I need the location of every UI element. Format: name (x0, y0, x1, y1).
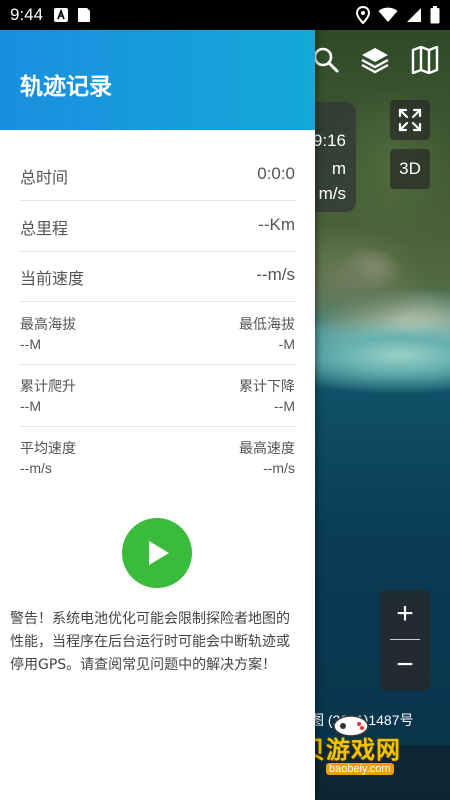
total-distance-row: 总里程 --Km (20, 201, 295, 252)
expand-icon (398, 108, 422, 132)
max-altitude-label: 最高海拔 (20, 317, 76, 333)
max-speed-value: --m/s (263, 460, 295, 476)
a-icon (53, 7, 69, 23)
min-altitude-value: -M (278, 336, 295, 352)
average-speed-label: 平均速度 (20, 441, 76, 457)
max-speed-label: 最高速度 (239, 441, 295, 457)
track-record-drawer: 轨迹记录 总时间 0:0:0 总里程 --Km 当前速度 --m/s 最高海拔 … (0, 30, 315, 800)
watermark-url: baobeiy.com (326, 763, 394, 775)
total-ascent-value: --M (20, 398, 41, 414)
total-ascent-label: 累计爬升 (20, 379, 76, 395)
speed-row: 平均速度 --m/s 最高速度 --m/s (20, 426, 295, 488)
zoom-out-button[interactable]: − (380, 641, 430, 689)
altitude-row: 最高海拔 --M 最低海拔 -M (20, 302, 295, 365)
battery-warning-text: 警告！系统电池优化可能会限制探险者地图的性能，当程序在后台运行时可能会中断轨迹或… (10, 611, 290, 673)
signal-icon (406, 7, 422, 23)
climb-row: 累计爬升 --M 累计下降 --M (20, 364, 295, 427)
drawer-header: 轨迹记录 (0, 30, 315, 130)
status-time: 9:44 (10, 5, 44, 24)
average-speed-value: --m/s (20, 460, 52, 476)
wifi-icon (378, 7, 398, 23)
current-speed-label: 当前速度 (20, 269, 85, 288)
overlay-speed-unit: m/s (318, 184, 346, 203)
total-time-row: 总时间 0:0:0 (20, 150, 295, 201)
total-distance-value: --Km (258, 215, 295, 234)
layers-icon[interactable] (357, 42, 393, 78)
min-altitude-label: 最低海拔 (239, 317, 295, 333)
drawer-title: 轨迹记录 (20, 74, 112, 100)
zoom-control: + − (380, 590, 430, 690)
location-icon (356, 6, 370, 24)
zoom-in-button[interactable]: + (380, 590, 430, 638)
battery-icon (430, 6, 440, 24)
max-altitude-value: --M (20, 336, 41, 352)
zoom-divider (390, 639, 420, 640)
play-icon (149, 541, 169, 565)
sim-card-icon (77, 7, 91, 23)
overlay-time: 9:16 (312, 131, 346, 150)
start-recording-button[interactable] (122, 518, 192, 588)
status-bar: 9:44 (0, 0, 450, 30)
total-distance-label: 总里程 (20, 219, 69, 238)
map-icon[interactable] (407, 42, 443, 78)
fullscreen-button[interactable] (390, 100, 430, 140)
overlay-distance-unit: m (331, 159, 346, 178)
total-time-value: 0:0:0 (257, 164, 295, 183)
total-descent-value: --M (274, 398, 295, 414)
current-speed-row: 当前速度 --m/s (20, 251, 295, 302)
total-descent-label: 累计下降 (239, 379, 295, 395)
current-speed-value: --m/s (256, 265, 295, 284)
3d-toggle-button[interactable]: 3D (390, 149, 430, 189)
total-time-label: 总时间 (20, 168, 69, 187)
